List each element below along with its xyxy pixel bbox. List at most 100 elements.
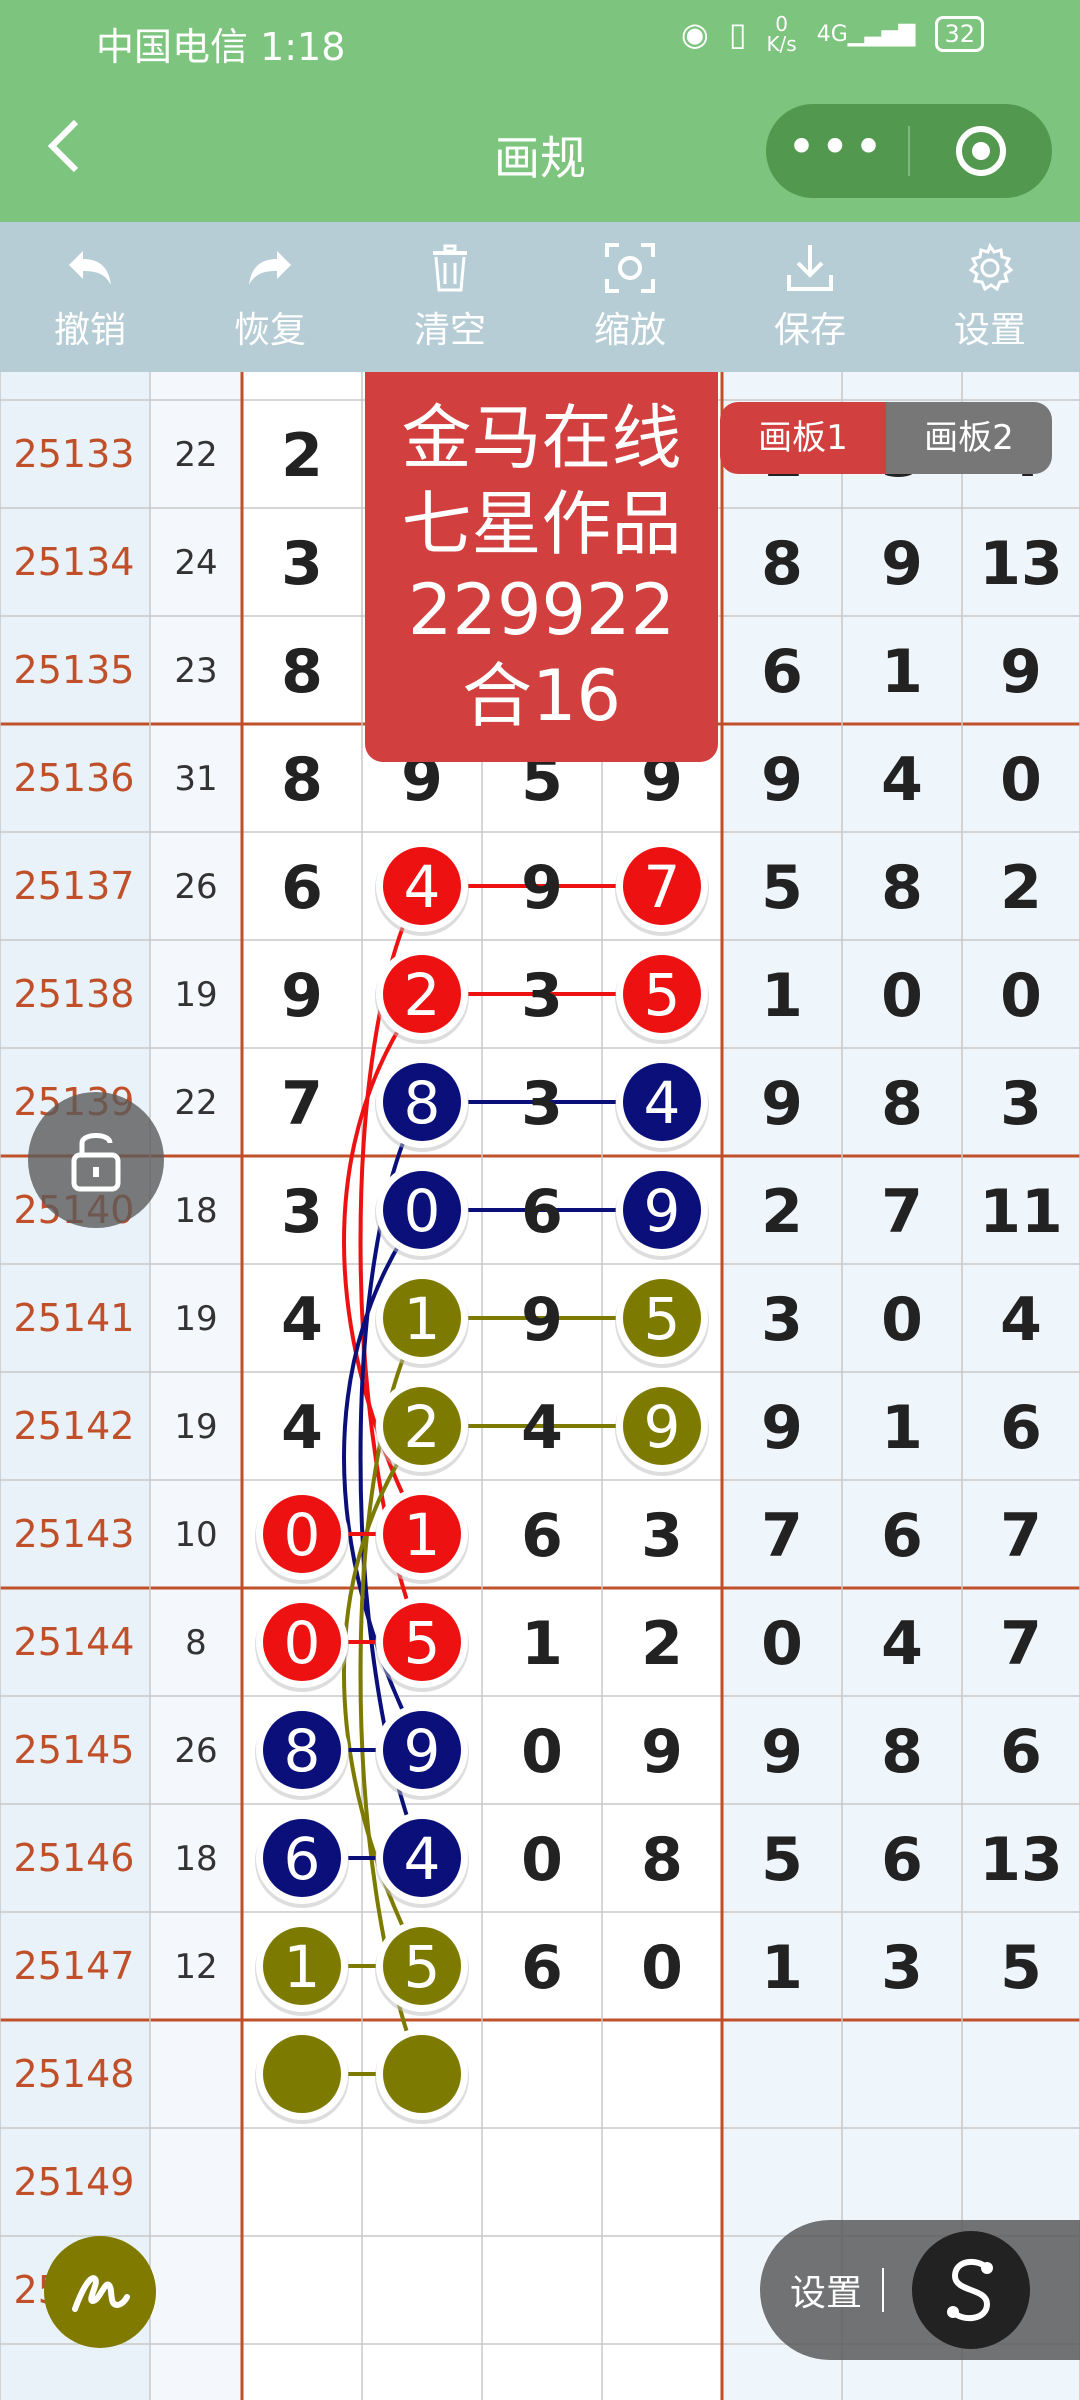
cell-digit: 9 [1000,637,1042,707]
overlay-line-1: 金马在线 [401,397,682,479]
cell-digit: 9 [761,1717,803,1787]
cell-digit: 8 [281,637,323,707]
marker-digit: 1 [284,1933,321,2001]
cell-digit: 9 [521,853,563,923]
cell-digit: 9 [281,961,323,1031]
cell-digit: 9 [761,1393,803,1463]
row-id: 25136 [14,756,135,800]
marker-digit: 7 [644,853,681,921]
undo-label: 撤销 [53,310,126,351]
cell-digit: 6 [1000,1717,1042,1787]
cell-digit: 3 [281,1177,323,1247]
cell-digit: 6 [761,637,803,707]
row-sum: 19 [174,1299,217,1339]
row-id: 25145 [14,1728,135,1772]
close-target-icon[interactable] [910,104,1052,198]
marker-digit: 6 [284,1825,321,1893]
cell-digit: 0 [881,961,923,1031]
undo-icon [69,251,111,285]
marker-digit: 5 [404,1609,441,1677]
cell-digit: 9 [761,745,803,815]
row-sum: 18 [174,1839,217,1879]
cell-digit: 6 [881,1501,923,1571]
settings-pill: 设置 [760,2220,1080,2360]
pen-icon [72,2275,130,2312]
title-bar: 画规 ••• [0,80,1080,222]
cell-digit: 9 [761,372,803,383]
marker-digit: 1 [404,1285,441,1353]
row-sum: 22 [174,1083,217,1123]
cell-digit: 11 [979,1177,1063,1247]
zoom-button[interactable]: 缩放 [540,222,720,372]
marker-digit: 4 [404,853,441,921]
status-icons: ◉ ▯ 0 K/s 4G▁▃▅▇ 32 [681,14,984,54]
cell-digit: 0 [761,1609,803,1679]
cell-digit: 4 [1000,1285,1042,1355]
tab-board-1[interactable]: 画板1 [720,402,886,474]
cell-digit: 1 [761,1933,803,2003]
overlay-line-2: 七星作品 [401,483,682,565]
overlay-line-3: 229922 [407,569,676,651]
clear-label: 清空 [413,310,486,351]
cell-digit: 6 [521,1933,563,2003]
cell-digit: 8 [881,853,923,923]
row-id: 25142 [14,1404,135,1448]
cell-digit: 3 [281,372,323,383]
pill-divider [882,2268,885,2312]
drawing-toolbar: 撤销 恢复 清空 缩放 保存 设置 [0,222,1080,372]
cell-digit: 9 [1000,372,1042,383]
marker-digit: 9 [644,1177,681,1245]
cell-digit: 0 [1000,745,1042,815]
pen-button[interactable] [44,2236,156,2348]
cell-digit: 1 [761,961,803,1031]
marker-digit: 0 [284,1609,321,1677]
cell-digit: 4 [281,1285,323,1355]
cell-digit: 9 [881,529,923,599]
cell-digit: 3 [881,1933,923,2003]
overlay-line-4: 合16 [461,655,622,737]
cell-digit: 0 [521,1717,563,1787]
tab-board-2[interactable]: 画板2 [886,402,1052,474]
row-sum: 26 [174,867,217,907]
cell-digit: 3 [641,1501,683,1571]
cell-digit: 3 [1000,1069,1042,1139]
lock-icon [71,1133,121,1192]
redo-button[interactable]: 恢复 [180,222,360,372]
marker-digit: 8 [284,1717,321,1785]
pill-settings-label[interactable]: 设置 [790,2264,862,2316]
row-sum: 19 [174,1407,217,1447]
gear-icon [968,242,1014,292]
net-speed: 0 K/s [766,12,797,56]
share-s-icon [947,2258,994,2322]
cell-digit: 3 [521,961,563,1031]
row-sum: 23 [174,651,217,691]
zoom-icon [605,243,655,293]
more-button[interactable]: ••• [766,104,908,198]
cell-digit: 1 [521,1609,563,1679]
cell-digit: 7 [1000,1609,1042,1679]
clear-button[interactable]: 清空 [360,222,540,372]
marker-digit: 0 [284,1501,321,1569]
marker-circle [383,2035,461,2113]
settings-button[interactable]: 设置 [900,222,1080,372]
signal-icon: 4G▁▃▅▇ [816,21,916,47]
trash-icon [433,244,467,292]
cell-digit: 4 [881,1609,923,1679]
s-button[interactable] [912,2231,1031,2349]
row-id: 25141 [14,1296,135,1340]
save-label: 保存 [773,310,846,351]
lock-button[interactable] [28,1092,164,1228]
marker-digit: 5 [404,1933,441,2001]
cell-digit: 4 [881,745,923,815]
cell-digit: 8 [881,1069,923,1139]
undo-button[interactable]: 撤销 [0,222,180,372]
cell-digit: 8 [881,1717,923,1787]
cell-digit: 7 [281,1069,323,1139]
save-button[interactable]: 保存 [720,222,900,372]
marker-digit: 2 [404,961,441,1029]
row-id: 25147 [14,1944,135,1988]
cell-digit: 4 [281,1393,323,1463]
cell-digit: 7 [761,1501,803,1571]
cell-digit: 1 [881,1393,923,1463]
cell-digit: 7 [881,1177,923,1247]
